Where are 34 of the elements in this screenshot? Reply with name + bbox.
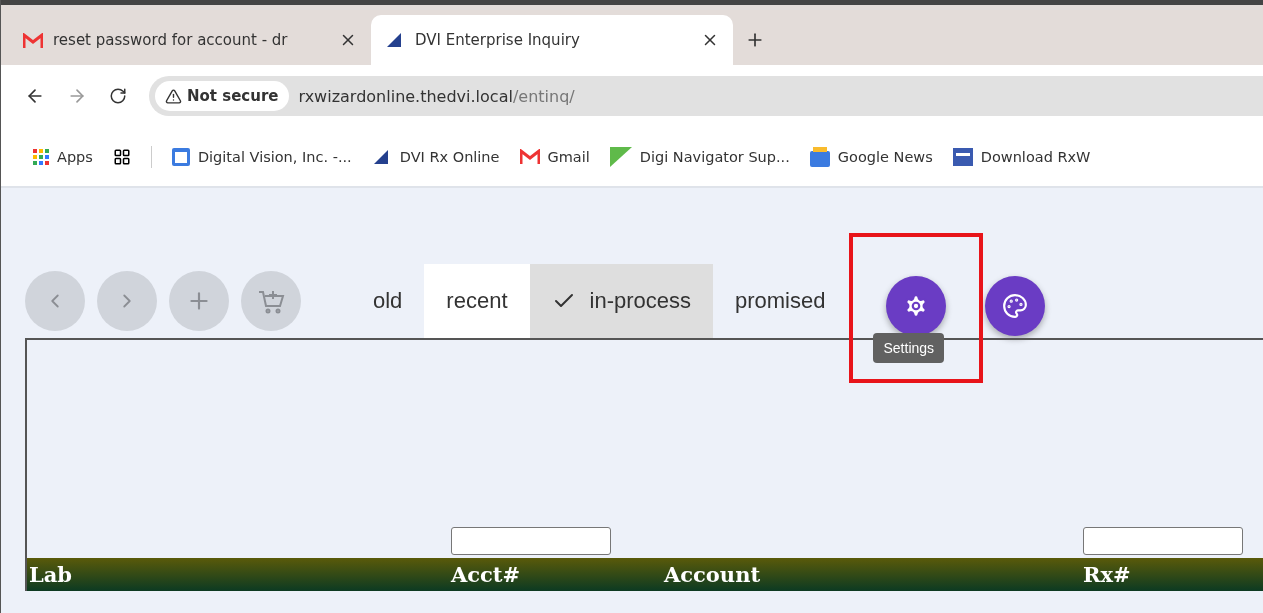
column-header[interactable]: Acct# [451, 562, 521, 587]
security-chip[interactable]: Not secure [155, 81, 289, 111]
triangle-icon [609, 146, 632, 167]
bookmark[interactable]: Apps [33, 148, 93, 165]
add-to-cart-button[interactable] [241, 271, 301, 331]
address-bar[interactable]: Not secure rxwizardonline.thedvi.local/entinq/ [149, 76, 1263, 116]
logo-icon [952, 147, 973, 166]
news-icon [809, 146, 830, 167]
mail-icon [23, 32, 43, 48]
url-text: rxwizardonline.thedvi.local/entinq/ [298, 86, 575, 106]
warning-icon [165, 87, 182, 105]
column-header[interactable]: Lab [29, 562, 73, 587]
column-header[interactable]: Account [664, 562, 761, 587]
tooltip: Settings [873, 333, 945, 363]
view-tab[interactable]: recent [424, 264, 530, 338]
palette-button[interactable] [985, 276, 1046, 336]
column-header[interactable]: Rx# [1083, 562, 1131, 587]
filter-field[interactable] [451, 527, 611, 555]
bookmark[interactable]: Digi Navigator Sup... [609, 146, 790, 167]
palette-icon [1002, 293, 1029, 319]
bookmark[interactable]: Google News [809, 146, 933, 167]
bookmark[interactable]: Download RxW [952, 147, 1091, 166]
grid-icon[interactable] [112, 147, 131, 166]
view-tab[interactable]: in-process [529, 264, 713, 338]
bookmark[interactable]: DVI Rx Online [371, 147, 500, 166]
mail-icon [519, 149, 540, 164]
browser-tab[interactable]: reset password for account - dr [9, 15, 371, 65]
reload-button[interactable] [109, 87, 127, 105]
browser-tab[interactable]: DVI Enterprise Inquiry [371, 15, 733, 65]
bookmark[interactable]: Digital Vision, Inc. -... [171, 147, 352, 166]
filter-field[interactable] [1083, 527, 1243, 555]
settings-button[interactable] [886, 276, 947, 336]
bookmark[interactable]: Gmail [519, 148, 590, 165]
apps-icon [33, 148, 49, 165]
